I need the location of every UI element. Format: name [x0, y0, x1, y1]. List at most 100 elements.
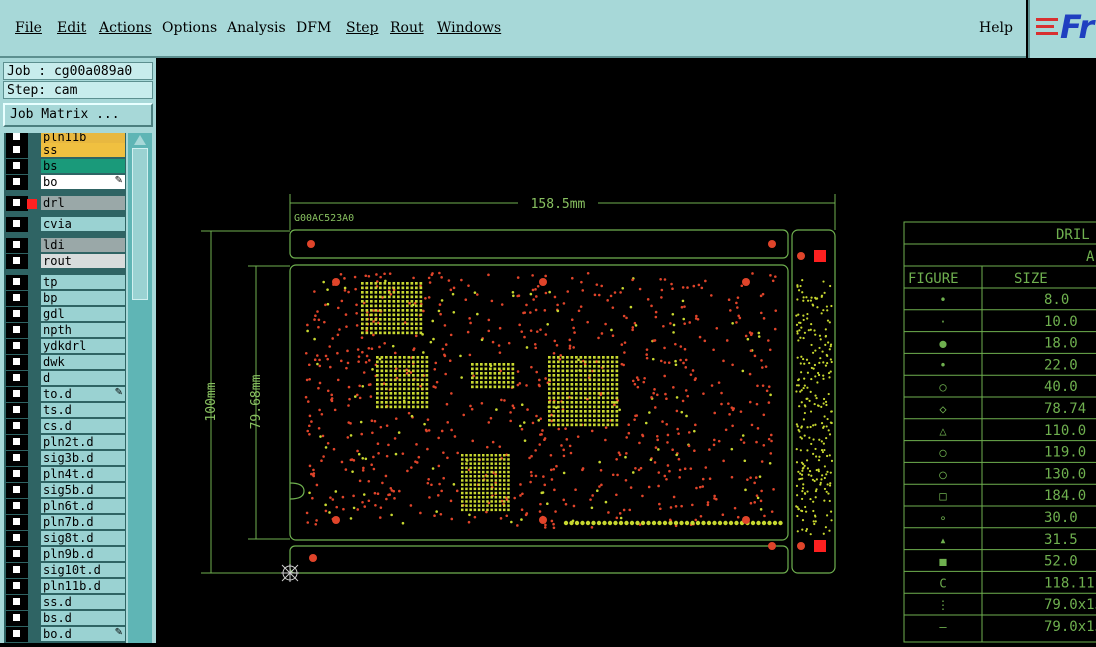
layer-checkbox[interactable]: [12, 501, 21, 510]
layer-checkbox[interactable]: [12, 198, 21, 207]
layer-name[interactable]: ss.d: [41, 595, 125, 609]
layer-checkbox[interactable]: [12, 485, 21, 494]
layer-checkbox[interactable]: [12, 405, 21, 414]
layer-checkbox[interactable]: [12, 177, 21, 186]
layer-checkbox[interactable]: [12, 256, 21, 265]
menu-rout[interactable]: Rout: [390, 20, 424, 36]
layer-row[interactable]: pln6t.d: [4, 499, 126, 514]
layer-checkbox[interactable]: [12, 133, 21, 141]
menu-help[interactable]: Help: [979, 20, 1013, 36]
layer-name[interactable]: to.d: [41, 387, 125, 401]
layer-row[interactable]: cs.d: [4, 419, 126, 434]
layer-name[interactable]: pln7b.d: [41, 515, 125, 529]
layer-row[interactable]: dwk: [4, 355, 126, 370]
layer-checkbox[interactable]: [12, 389, 21, 398]
layer-row[interactable]: pln11b.d: [4, 579, 126, 594]
layer-name[interactable]: cs.d: [41, 419, 125, 433]
layer-row[interactable]: to.d ✎: [4, 387, 126, 402]
layer-name[interactable]: pln2t.d: [41, 435, 125, 449]
layer-row[interactable]: drl: [4, 196, 126, 211]
layer-checkbox[interactable]: [12, 629, 21, 638]
layer-checkbox[interactable]: [12, 293, 21, 302]
layer-row[interactable]: d: [4, 371, 126, 386]
layer-name[interactable]: ss: [41, 143, 125, 157]
layer-row[interactable]: sig3b.d: [4, 451, 126, 466]
layer-checkbox[interactable]: [12, 309, 21, 318]
layer-name[interactable]: bp: [41, 291, 125, 305]
layer-checkbox[interactable]: [12, 533, 21, 542]
layer-row[interactable]: ydkdrl: [4, 339, 126, 354]
layer-row[interactable]: sig8t.d: [4, 531, 126, 546]
layer-list[interactable]: pln11b ss bs bo ✎ drl cvia ldi rout tp bp gdl npth yd…: [4, 133, 126, 643]
layer-checkbox[interactable]: [12, 219, 21, 228]
layer-name[interactable]: sig8t.d: [41, 531, 125, 545]
layer-list-scrollbar[interactable]: [128, 133, 152, 643]
layer-row[interactable]: pln9b.d: [4, 547, 126, 562]
layer-checkbox[interactable]: [12, 581, 21, 590]
menu-analysis[interactable]: Analysis: [227, 20, 286, 36]
layer-name[interactable]: bo.d: [41, 627, 125, 641]
layer-row[interactable]: cvia: [4, 217, 126, 232]
scroll-up-arrow-icon[interactable]: [134, 135, 146, 145]
layer-name[interactable]: bo: [41, 175, 125, 189]
layer-name[interactable]: drl: [41, 196, 125, 210]
layer-row[interactable]: ss: [4, 143, 126, 158]
layer-name[interactable]: ydkdrl: [41, 339, 125, 353]
layer-checkbox[interactable]: [12, 437, 21, 446]
layer-name[interactable]: ldi: [41, 238, 125, 252]
menu-step[interactable]: Step: [346, 20, 378, 36]
layer-row[interactable]: pln4t.d: [4, 467, 126, 482]
layer-row[interactable]: gdl: [4, 307, 126, 322]
layer-row[interactable]: bp: [4, 291, 126, 306]
layer-checkbox[interactable]: [12, 469, 21, 478]
menu-dfm[interactable]: DFM: [296, 20, 331, 36]
layer-row[interactable]: sig5b.d: [4, 483, 126, 498]
layer-checkbox[interactable]: [12, 597, 21, 606]
layer-name[interactable]: rout: [41, 254, 125, 268]
layer-row[interactable]: pln7b.d: [4, 515, 126, 530]
layer-name[interactable]: pln9b.d: [41, 547, 125, 561]
layer-checkbox[interactable]: [12, 325, 21, 334]
layer-checkbox[interactable]: [12, 341, 21, 350]
layer-row[interactable]: bo ✎: [4, 175, 126, 190]
layer-checkbox[interactable]: [12, 240, 21, 249]
layer-name[interactable]: npth: [41, 323, 125, 337]
layer-row[interactable]: ldi: [4, 238, 126, 253]
layer-row[interactable]: sig10t.d: [4, 563, 126, 578]
layer-row[interactable]: tp: [4, 275, 126, 290]
layer-name[interactable]: cvia: [41, 217, 125, 231]
layer-row[interactable]: rout: [4, 254, 126, 269]
layer-row[interactable]: npth: [4, 323, 126, 338]
layer-checkbox[interactable]: [12, 277, 21, 286]
layer-row[interactable]: ts.d: [4, 403, 126, 418]
layer-checkbox[interactable]: [12, 373, 21, 382]
layer-checkbox[interactable]: [12, 421, 21, 430]
layer-name[interactable]: d: [41, 371, 125, 385]
menu-edit[interactable]: Edit: [57, 20, 86, 36]
layer-name[interactable]: dwk: [41, 355, 125, 369]
layer-checkbox[interactable]: [12, 145, 21, 154]
layer-checkbox[interactable]: [12, 161, 21, 170]
layer-checkbox[interactable]: [12, 613, 21, 622]
layer-name[interactable]: gdl: [41, 307, 125, 321]
pcb-view[interactable]: 158.5mm 100mm 79.68mm G00AC523A0 DRIL A …: [156, 58, 1096, 643]
layer-name[interactable]: bs.d: [41, 611, 125, 625]
layer-name[interactable]: sig3b.d: [41, 451, 125, 465]
layer-name[interactable]: sig10t.d: [41, 563, 125, 577]
layer-name[interactable]: pln11b.d: [41, 579, 125, 593]
menu-options[interactable]: Options: [162, 20, 217, 36]
layer-checkbox[interactable]: [12, 565, 21, 574]
layer-row[interactable]: bs.d: [4, 611, 126, 626]
layer-name[interactable]: pln6t.d: [41, 499, 125, 513]
menu-file[interactable]: File: [15, 20, 42, 36]
layer-checkbox[interactable]: [12, 453, 21, 462]
layer-name[interactable]: tp: [41, 275, 125, 289]
menu-actions[interactable]: Actions: [99, 20, 152, 36]
layer-row[interactable]: bo.d ✎: [4, 627, 126, 642]
job-matrix-button[interactable]: Job Matrix ...: [3, 103, 153, 127]
menu-windows[interactable]: Windows: [437, 20, 501, 36]
scroll-thumb[interactable]: [132, 148, 148, 300]
layer-checkbox[interactable]: [12, 517, 21, 526]
layer-row[interactable]: bs: [4, 159, 126, 174]
layer-row[interactable]: ss.d: [4, 595, 126, 610]
